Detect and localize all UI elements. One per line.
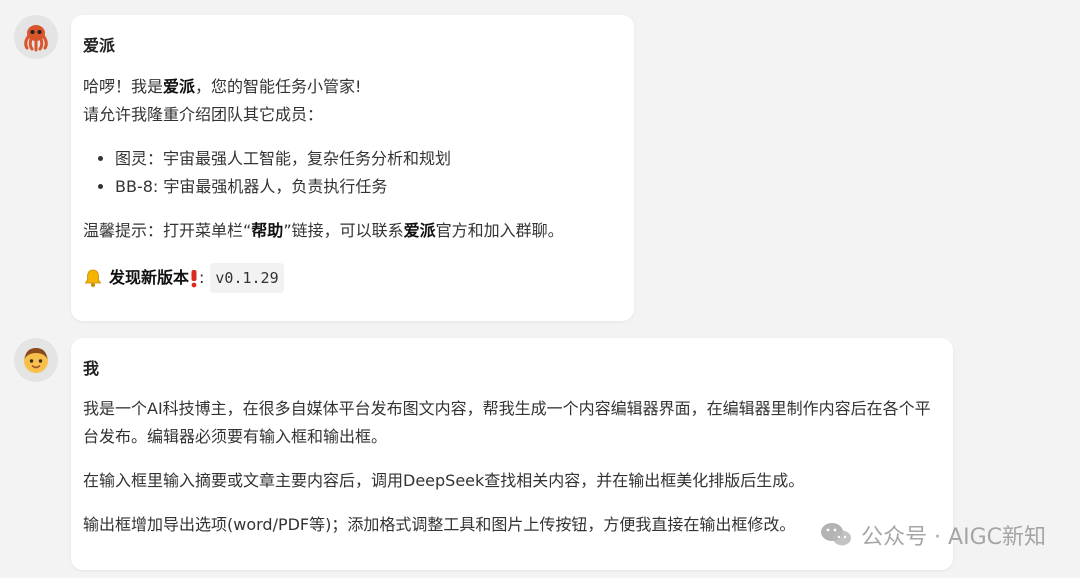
user-avatar bbox=[14, 338, 58, 382]
version-code: v0.1.29 bbox=[210, 263, 284, 293]
update-label: 发现新版本 bbox=[109, 268, 190, 287]
assistant-avatar bbox=[14, 15, 58, 59]
assistant-name: 爱派 bbox=[83, 36, 116, 55]
watermark-text: 公众号 · AIGC新知 bbox=[861, 525, 1046, 550]
message-paragraph: 输出框增加导出选项(word/PDF等)；添加格式调整工具和图片上传按钮，方便我… bbox=[83, 515, 796, 534]
intro-line: 请允许我隆重介绍团队其它成员： bbox=[83, 105, 324, 124]
assistant-message-bubble: 爱派 哈啰！我是爱派，您的智能任务小管家! 请允许我隆重介绍团队其它成员： 图灵… bbox=[71, 15, 634, 321]
octopus-icon bbox=[20, 21, 52, 53]
update-line: 发现新版本 : v0.1.29 bbox=[83, 263, 284, 293]
team-member-list: 图灵：宇宙最强人工智能，复杂任务分析和规划 BB-8: 宇宙最强机器人，负责执行… bbox=[83, 145, 451, 201]
message-paragraph: 我是一个AI科技博主，在很多自媒体平台发布图文内容，帮我生成一个内容编辑器界面，… bbox=[83, 399, 931, 446]
boy-face-icon bbox=[20, 344, 52, 376]
exclamation-icon bbox=[190, 268, 198, 288]
tip-line: 温馨提示：打开菜单栏“帮助”链接，可以联系爱派官方和加入群聊。 bbox=[83, 221, 564, 240]
watermark: 公众号 · AIGC新知 bbox=[819, 518, 1046, 552]
greeting-line: 哈啰！我是爱派，您的智能任务小管家! bbox=[83, 77, 362, 96]
bell-icon bbox=[83, 268, 103, 288]
list-item: 图灵：宇宙最强人工智能，复杂任务分析和规划 bbox=[115, 145, 451, 173]
message-paragraph: 在输入框里输入摘要或文章主要内容后，调用DeepSeek查找相关内容，并在输出框… bbox=[83, 471, 805, 490]
user-name: 我 bbox=[83, 359, 100, 378]
list-item: BB-8: 宇宙最强机器人，负责执行任务 bbox=[115, 173, 451, 201]
update-separator: : bbox=[199, 268, 205, 287]
wechat-icon bbox=[819, 521, 853, 549]
